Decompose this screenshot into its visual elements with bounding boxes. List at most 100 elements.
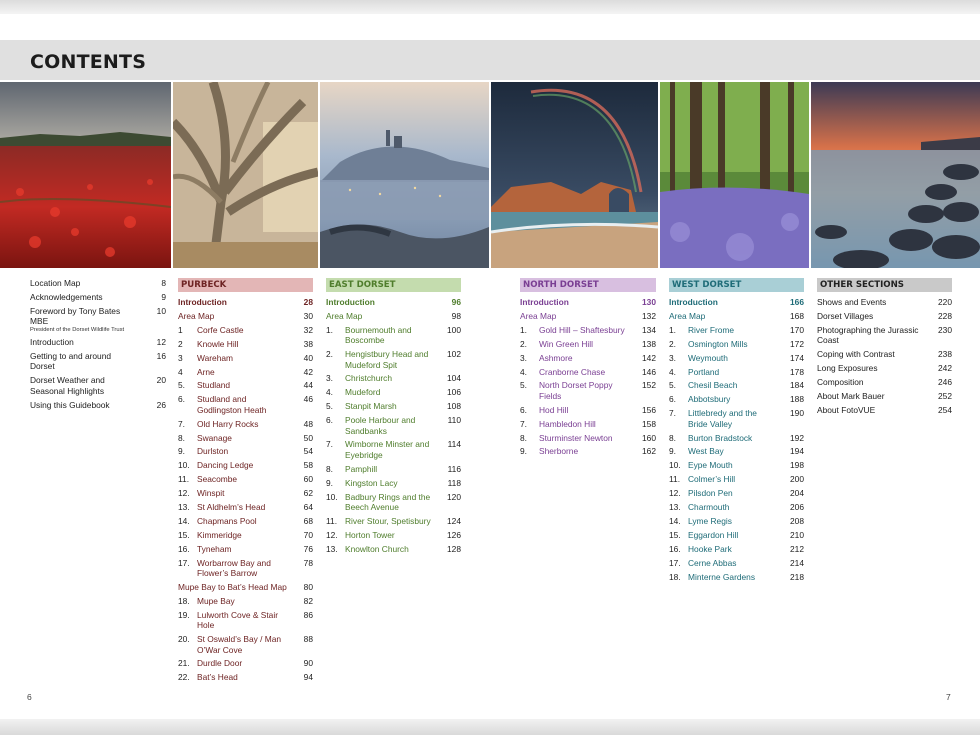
toc-entry[interactable]: 9. Sherborne 162: [520, 446, 656, 456]
toc-entry[interactable]: 7. Littlebredy and the Bride Valley 190: [669, 408, 804, 429]
toc-entry[interactable]: 14. Chapmans Pool 68: [178, 516, 313, 526]
photo-beech-tree: [173, 82, 318, 268]
toc-entry[interactable]: About Mark Bauer 252: [817, 391, 952, 401]
toc-entry[interactable]: 14. Lyme Regis 208: [669, 516, 804, 526]
toc-entry[interactable]: 2. Osmington Mills 172: [669, 339, 804, 349]
toc-entry-introduction[interactable]: Introduction 130: [520, 297, 656, 307]
toc-entry-area-map[interactable]: Area Map 132: [520, 311, 656, 321]
toc-entry-area-map[interactable]: Area Map 30: [178, 311, 313, 321]
toc-entry[interactable]: 13. Charmouth 206: [669, 502, 804, 512]
toc-entry[interactable]: Photographing the Jurassic Coast 230: [817, 325, 952, 346]
toc-entry[interactable]: 10. Badbury Rings and the Beech Avenue 120: [326, 492, 461, 513]
toc-entry[interactable]: 22. Bat’s Head 94: [178, 672, 313, 682]
toc-entry[interactable]: About FotoVUE 254: [817, 405, 952, 415]
toc-entry-area-map[interactable]: Area Map 98: [326, 311, 461, 321]
toc-entry[interactable]: 7. Wimborne Minster and Eyebridge 114: [326, 439, 461, 460]
toc-entry[interactable]: 10. Eype Mouth 198: [669, 460, 804, 470]
toc-entry-introduction[interactable]: Introduction 28: [178, 297, 313, 307]
toc-entry[interactable]: 2. Win Green Hill 138: [520, 339, 656, 349]
toc-entry[interactable]: Foreword by Tony Bates MBE President of t…: [30, 306, 166, 334]
toc-entry[interactable]: 16. Hooke Park 212: [669, 544, 804, 554]
toc-entry[interactable]: 3. Ashmore 142: [520, 353, 656, 363]
toc-entry[interactable]: 18. Mupe Bay 82: [178, 596, 313, 606]
toc-entry[interactable]: 20. St Oswald’s Bay / Man O’War Cove 88: [178, 634, 313, 655]
toc-entry[interactable]: 8. Sturminster Newton 160: [520, 433, 656, 443]
page-number-left: 6: [27, 692, 32, 702]
toc-entry[interactable]: 1 Corfe Castle 32: [178, 325, 313, 335]
toc-entry[interactable]: 3. Weymouth 174: [669, 353, 804, 363]
toc-entry-label: Old Harry Rocks: [197, 418, 259, 429]
toc-entry[interactable]: 5. Stanpit Marsh 108: [326, 401, 461, 411]
toc-entry[interactable]: 12. Winspit 62: [178, 488, 313, 498]
toc-entry[interactable]: 15. Eggardon Hill 210: [669, 530, 804, 540]
toc-entry[interactable]: 17. Cerne Abbas 214: [669, 558, 804, 568]
toc-entry[interactable]: 7. Hambledon Hill 158: [520, 419, 656, 429]
toc-entry[interactable]: 2. Hengistbury Head and Mudeford Spit 102: [326, 349, 461, 370]
toc-entry[interactable]: 5. Studland 44: [178, 380, 313, 390]
toc-entry-label: Colmer’s Hill: [688, 474, 736, 485]
toc-entry[interactable]: 7. Old Harry Rocks 48: [178, 419, 313, 429]
toc-entry[interactable]: 3 Wareham 40: [178, 353, 313, 363]
toc-entry[interactable]: Dorset Weather and Seasonal Highlights 20: [30, 375, 166, 396]
toc-entry-number: 5.: [520, 380, 527, 391]
toc-entry[interactable]: 4. Cranborne Chase 146: [520, 367, 656, 377]
toc-entry[interactable]: 2 Knowle Hill 38: [178, 339, 313, 349]
toc-entry[interactable]: Getting to and around Dorset 16: [30, 351, 166, 372]
toc-entry[interactable]: 5. North Dorset Poppy Fields 152: [520, 380, 656, 401]
toc-entry[interactable]: 9. West Bay 194: [669, 446, 804, 456]
toc-entry-map[interactable]: Mupe Bay to Bat’s Head Map 80: [178, 582, 313, 592]
toc-entry-label: Mudeford: [345, 387, 381, 398]
toc-entry-label: Christchurch: [345, 373, 393, 384]
toc-entry[interactable]: 5. Chesil Beach 184: [669, 380, 804, 390]
toc-entry[interactable]: 12. Pilsdon Pen 204: [669, 488, 804, 498]
toc-entry[interactable]: Introduction 12: [30, 337, 166, 347]
toc-entry-label: Poole Harbour and Sandbanks: [345, 415, 416, 436]
toc-entry-introduction[interactable]: Introduction 96: [326, 297, 461, 307]
toc-entry[interactable]: 4. Portland 178: [669, 367, 804, 377]
toc-entry[interactable]: 1. River Frome 170: [669, 325, 804, 335]
toc-entry[interactable]: 8. Swanage 50: [178, 433, 313, 443]
toc-entry[interactable]: Coping with Contrast 238: [817, 349, 952, 359]
toc-entry[interactable]: 13. St Aldhelm’s Head 64: [178, 502, 313, 512]
toc-entry-label: Pamphill: [345, 463, 378, 474]
toc-entry[interactable]: Using this Guidebook 26: [30, 400, 166, 410]
toc-entry[interactable]: 17. Worbarrow Bay and Flower’s Barrow 78: [178, 558, 313, 579]
toc-entry[interactable]: Acknowledgements 9: [30, 292, 166, 302]
toc-entry[interactable]: Location Map 8: [30, 278, 166, 288]
toc-entry[interactable]: 9. Durlston 54: [178, 446, 313, 456]
toc-entry-area-map[interactable]: Area Map 168: [669, 311, 804, 321]
toc-entry[interactable]: 18. Minterne Gardens 218: [669, 572, 804, 582]
toc-entry[interactable]: Dorset Villages 228: [817, 311, 952, 321]
toc-entry-label: Dorset Villages: [817, 310, 874, 321]
toc-entry[interactable]: 8. Burton Bradstock 192: [669, 433, 804, 443]
toc-entry[interactable]: 12. Horton Tower 126: [326, 530, 461, 540]
toc-entry[interactable]: 8. Pamphill 116: [326, 464, 461, 474]
toc-entry[interactable]: 11. Seacombe 60: [178, 474, 313, 484]
toc-entry[interactable]: 6. Studland and Godlingston Heath 46: [178, 394, 313, 415]
toc-entry[interactable]: 4 Arne 42: [178, 367, 313, 377]
toc-entry[interactable]: 19. Lulworth Cove & Stair Hole 86: [178, 610, 313, 631]
toc-entry[interactable]: 1. Bournemouth and Boscombe 100: [326, 325, 461, 346]
toc-entry[interactable]: 6. Hod Hill 156: [520, 405, 656, 415]
toc-entry[interactable]: 4. Mudeford 106: [326, 387, 461, 397]
toc-entry[interactable]: Shows and Events 220: [817, 297, 952, 307]
toc-entry[interactable]: 21. Durdle Door 90: [178, 658, 313, 668]
toc-entry-introduction[interactable]: Introduction 166: [669, 297, 804, 307]
toc-entry[interactable]: 10. Dancing Ledge 58: [178, 460, 313, 470]
toc-entry[interactable]: 3. Christchurch 104: [326, 373, 461, 383]
toc-entry[interactable]: Long Exposures 242: [817, 363, 952, 373]
toc-entry[interactable]: 9. Kingston Lacy 118: [326, 478, 461, 488]
toc-entry[interactable]: 1. Gold Hill – Shaftesbury 134: [520, 325, 656, 335]
toc-entry-page: 116: [447, 463, 461, 474]
toc-entry[interactable]: 6. Poole Harbour and Sandbanks 110: [326, 415, 461, 436]
toc-entry-page: 156: [642, 404, 656, 415]
toc-entry[interactable]: 13. Knowlton Church 128: [326, 544, 461, 554]
toc-entry[interactable]: 11. Colmer’s Hill 200: [669, 474, 804, 484]
toc-entry[interactable]: 6. Abbotsbury 188: [669, 394, 804, 404]
toc-entry-number: 7.: [326, 439, 333, 450]
toc-entry[interactable]: 11. River Stour, Spetisbury 124: [326, 516, 461, 526]
section-purbeck: PURBECK Introduction 28 Area Map 30 1 Corfe Ca…: [178, 278, 313, 686]
toc-entry[interactable]: 16. Tyneham 76: [178, 544, 313, 554]
toc-entry[interactable]: Composition 246: [817, 377, 952, 387]
toc-entry[interactable]: 15. Kimmeridge 70: [178, 530, 313, 540]
